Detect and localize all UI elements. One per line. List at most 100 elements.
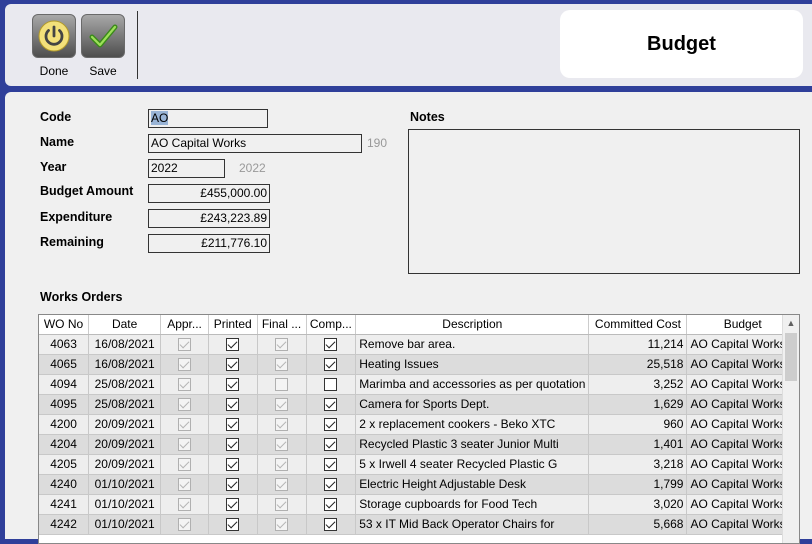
table-row[interactable]: 4204 20/09/2021 Recycled Plastic 3 seater … [39,434,799,455]
printed-checkbox[interactable] [226,398,240,412]
scroll-thumb[interactable] [785,333,797,381]
printed-checkbox[interactable] [226,378,240,392]
printed-cell [208,394,258,415]
name-char-hint: 190 [367,136,388,150]
approved-cell [160,494,209,515]
table-row[interactable]: 4240 01/10/2021 Electric Height Adjustable… [39,474,799,495]
description-cell: Recycled Plastic 3 seater Junior Multi [355,434,590,455]
final-cell [257,354,307,375]
works-orders-grid[interactable]: WO No Date Appr... Printed Final ... Comp... D… [38,314,800,544]
description-cell: 53 x IT Mid Back Operator Chairs for [355,514,590,535]
completed-cell [306,334,357,355]
final-cell [257,434,307,455]
completed-checkbox[interactable] [324,478,338,492]
table-row[interactable]: 4242 01/10/2021 53 x IT Mid Back Operator … [39,514,799,535]
printed-cell [208,494,258,515]
wo-no-cell: 4094 [39,374,90,395]
col-completed-header[interactable]: Comp... [306,315,357,335]
col-description-header[interactable]: Description [355,315,590,335]
committed-cost-cell: 11,214 [588,334,688,355]
works-orders-table: WO No Date Appr... Printed Final ... Comp... D… [39,315,799,535]
printed-checkbox[interactable] [226,498,240,512]
col-printed-header[interactable]: Printed [208,315,258,335]
budget-amount-label: Budget Amount [40,184,134,198]
col-committed-cost-header[interactable]: Committed Cost [588,315,688,335]
printed-checkbox[interactable] [226,458,240,472]
completed-cell [306,434,357,455]
final-cell [257,494,307,515]
notes-textarea[interactable] [408,129,800,274]
approved-cell [160,474,209,495]
completed-checkbox[interactable] [324,398,338,412]
date-cell: 20/09/2021 [88,414,162,435]
description-cell: Remove bar area. [355,334,590,355]
date-cell: 16/08/2021 [88,334,162,355]
wo-no-cell: 4095 [39,394,90,415]
date-cell: 01/10/2021 [88,494,162,515]
date-cell: 16/08/2021 [88,354,162,375]
committed-cost-cell: 25,518 [588,354,688,375]
printed-checkbox[interactable] [226,478,240,492]
approved-checkbox [178,338,192,352]
table-row[interactable]: 4205 20/09/2021 5 x Irwell 4 seater Recycl… [39,454,799,475]
completed-checkbox[interactable] [324,418,338,432]
year-hint: 2022 [239,161,266,175]
completed-checkbox[interactable] [324,458,338,472]
table-row[interactable]: 4063 16/08/2021 Remove bar area. 11,214 AO C… [39,334,799,355]
printed-checkbox[interactable] [226,338,240,352]
code-field[interactable]: AO [148,109,268,128]
committed-cost-cell: 960 [588,414,688,435]
final-checkbox [275,478,289,492]
expenditure-field: £243,223.89 [148,209,270,228]
committed-cost-cell: 1,799 [588,474,688,495]
col-wo-no-header[interactable]: WO No [39,315,90,335]
completed-checkbox[interactable] [324,358,338,372]
date-cell: 20/09/2021 [88,434,162,455]
table-row[interactable]: 4094 25/08/2021 Marimba and accessories as… [39,374,799,395]
scroll-up-icon[interactable]: ▲ [783,315,799,332]
table-row[interactable]: 4065 16/08/2021 Heating Issues 25,518 AO Cap… [39,354,799,375]
completed-checkbox[interactable] [324,438,338,452]
committed-cost-cell: 3,252 [588,374,688,395]
printed-cell [208,374,258,395]
col-final-header[interactable]: Final ... [257,315,307,335]
completed-checkbox[interactable] [324,498,338,512]
printed-cell [208,454,258,475]
completed-checkbox[interactable] [324,518,338,532]
table-row[interactable]: 4200 20/09/2021 2 x replacement cookers - … [39,414,799,435]
approved-checkbox [178,438,192,452]
printed-cell [208,474,258,495]
committed-cost-cell: 3,218 [588,454,688,475]
final-cell [257,374,307,395]
description-cell: 2 x replacement cookers - Beko XTC [355,414,590,435]
printed-checkbox[interactable] [226,518,240,532]
printed-checkbox[interactable] [226,358,240,372]
completed-cell [306,494,357,515]
done-button[interactable]: Done [31,14,77,78]
col-date-header[interactable]: Date [88,315,162,335]
budget-amount-field[interactable]: £455,000.00 [148,184,270,203]
year-field[interactable]: 2022 [148,159,225,178]
table-row[interactable]: 4241 01/10/2021 Storage cupboards for Food… [39,494,799,515]
printed-checkbox[interactable] [226,438,240,452]
wo-no-cell: 4063 [39,334,90,355]
description-cell: Marimba and accessories as per quotation [355,374,590,395]
date-cell: 25/08/2021 [88,394,162,415]
col-approved-header[interactable]: Appr... [160,315,209,335]
printed-checkbox[interactable] [226,418,240,432]
date-cell: 01/10/2021 [88,514,162,535]
expenditure-label: Expenditure [40,210,113,224]
table-row[interactable]: 4095 25/08/2021 Camera for Sports Dept. 1,6… [39,394,799,415]
final-checkbox [275,358,289,372]
date-cell: 25/08/2021 [88,374,162,395]
approved-checkbox [178,478,192,492]
wo-no-cell: 4204 [39,434,90,455]
name-field[interactable]: AO Capital Works [148,134,362,153]
save-button[interactable]: Save [80,14,126,78]
printed-cell [208,514,258,535]
completed-checkbox[interactable] [324,338,338,352]
approved-cell [160,454,209,475]
completed-checkbox[interactable] [324,378,338,392]
vertical-scrollbar[interactable]: ▲ [782,315,799,543]
wo-no-cell: 4241 [39,494,90,515]
